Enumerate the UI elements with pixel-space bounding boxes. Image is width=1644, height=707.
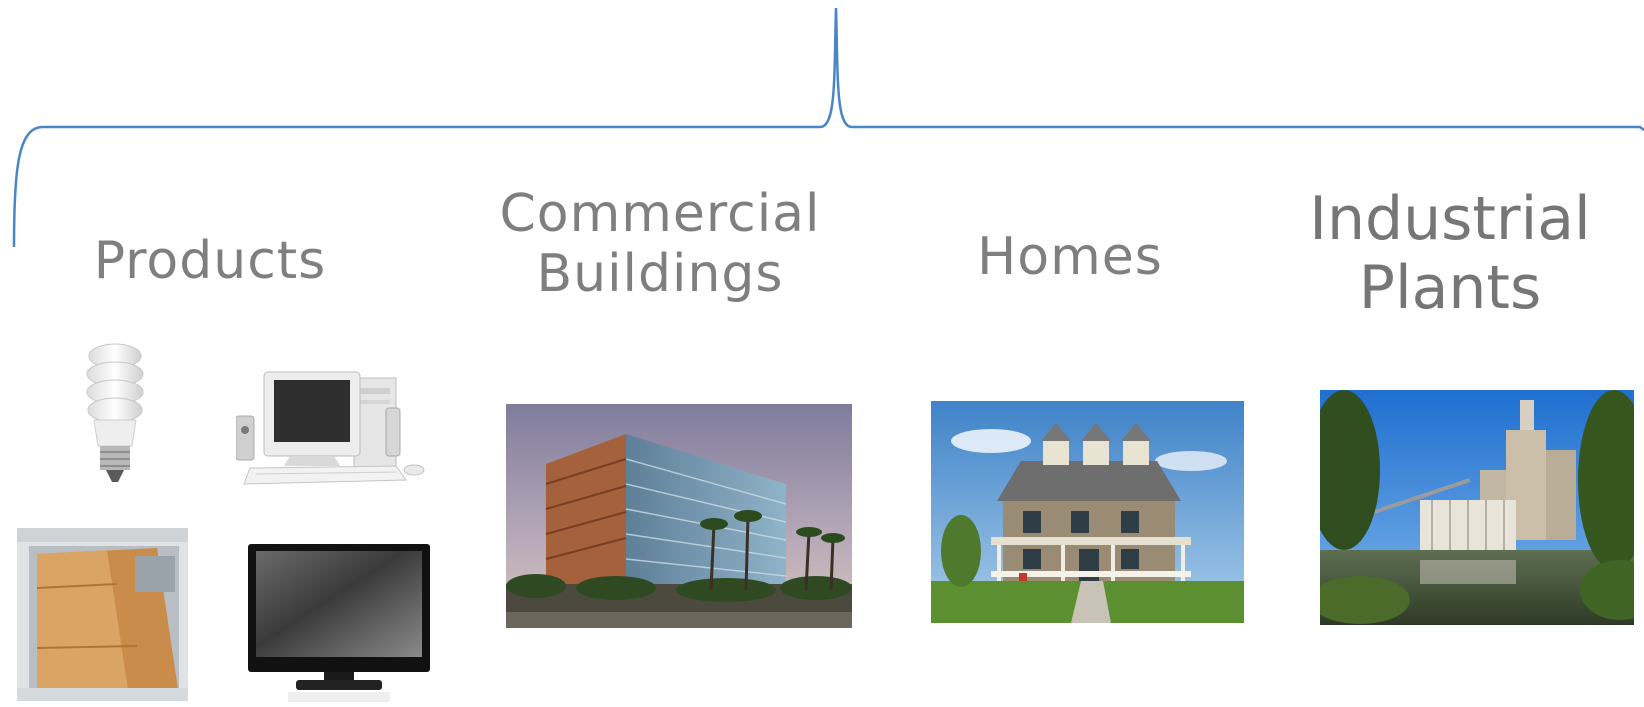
- dishwasher-icon: [17, 528, 188, 701]
- flat-screen-tv-icon: [248, 544, 430, 704]
- homes-label: Homes: [977, 227, 1163, 287]
- industrial-plants-label: Industrial Plants: [1309, 184, 1591, 323]
- office-building-photo: [506, 404, 852, 628]
- products-label: Products: [93, 231, 327, 291]
- desktop-computer-icon: [236, 368, 431, 498]
- commercial-buildings-label: Commercial Buildings: [499, 184, 821, 304]
- house-photo: [931, 401, 1244, 623]
- cfl-bulb-icon: [80, 338, 150, 493]
- industrial-plant-photo: [1320, 390, 1634, 625]
